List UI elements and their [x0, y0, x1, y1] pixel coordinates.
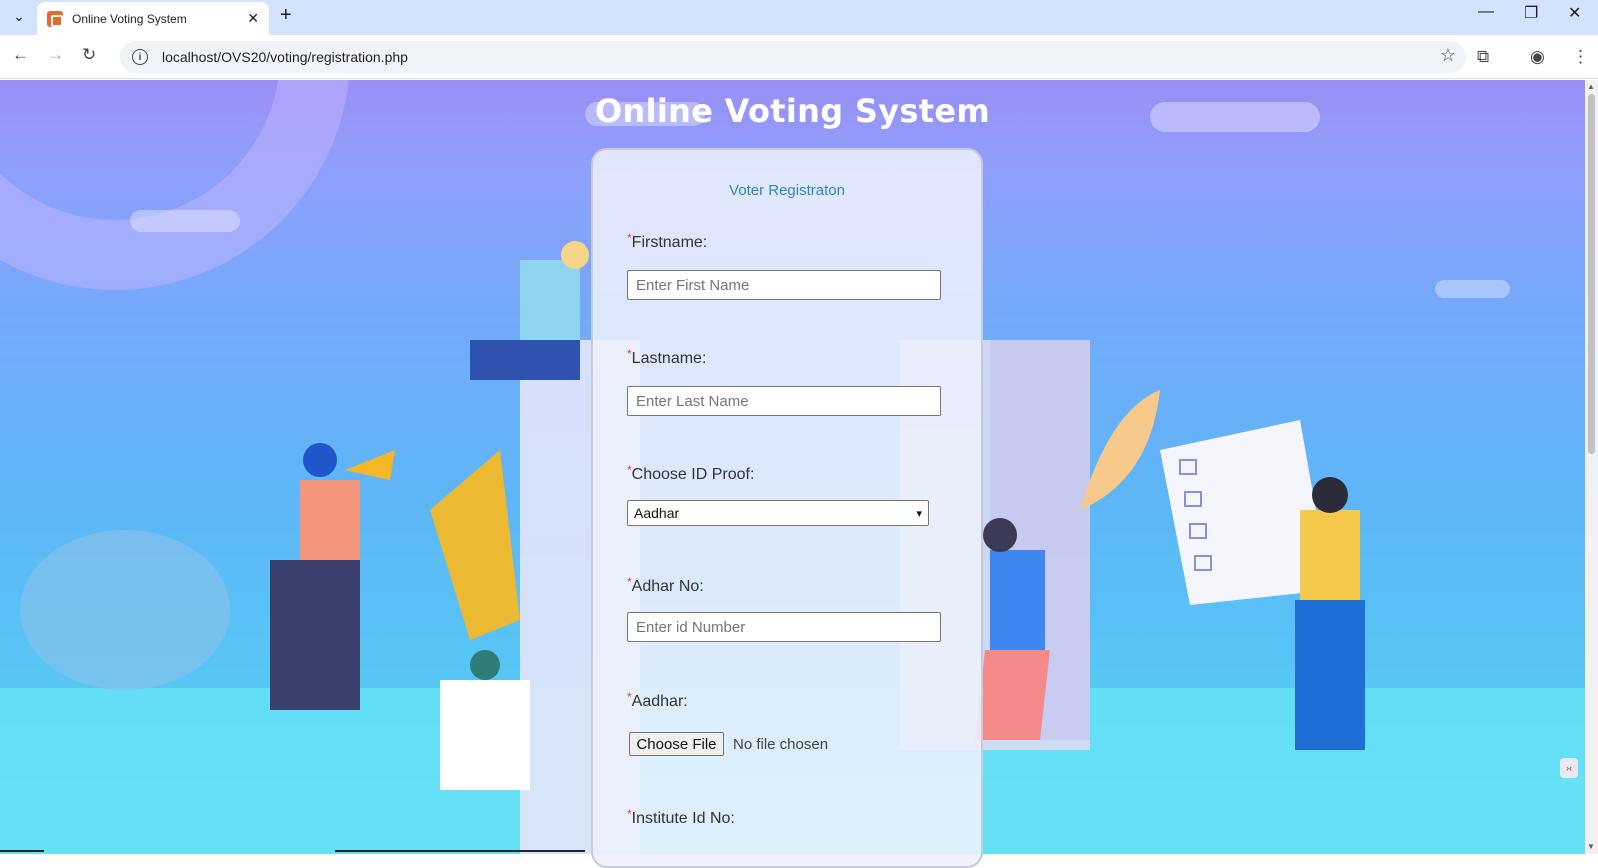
aadhar-file-label-text: Aadhar: [631, 693, 688, 710]
institute-id-label-text: Institute Id No: [631, 810, 735, 827]
firstname-label-text: Firstname: [631, 234, 708, 251]
address-bar[interactable]: i localhost/OVS20/voting/registration.ph… [120, 41, 1466, 73]
form-title: Voter Registraton [729, 182, 845, 199]
choose-file-button[interactable]: Choose File [629, 732, 724, 756]
firstname-label: *Firstname: [627, 231, 708, 252]
firstname-input[interactable]: Enter First Name [627, 270, 941, 300]
adhar-no-input[interactable]: Enter id Number [627, 612, 941, 642]
chevron-down-icon[interactable]: ⌄ [8, 5, 30, 27]
scroll-down-icon[interactable]: ▼ [1587, 842, 1595, 851]
file-status: No file chosen [733, 736, 829, 753]
profile-icon[interactable]: ◉ [1530, 47, 1545, 67]
idproof-select[interactable]: Aadhar ▾ [627, 500, 929, 526]
minimize-button[interactable]: — [1478, 3, 1494, 21]
required-mark: * [627, 575, 632, 589]
required-mark: * [627, 231, 632, 245]
star-icon[interactable]: ☆ [1440, 45, 1456, 66]
extensions-icon[interactable]: ⧉ [1477, 47, 1489, 67]
lastname-input[interactable]: Enter Last Name [627, 386, 941, 416]
site-favicon-icon [47, 10, 63, 27]
window-close-button[interactable]: ✕ [1568, 3, 1581, 23]
scroll-up-icon[interactable]: ▲ [1587, 82, 1595, 91]
chevron-down-icon: ▾ [916, 507, 922, 520]
close-icon[interactable]: ✕ [247, 10, 259, 27]
tab-strip: ⌄ Online Voting System ✕ + — ❐ ✕ [0, 0, 1598, 35]
adhar-no-label-text: Adhar No: [631, 578, 704, 595]
translate-icon[interactable]: ›‹ [1560, 758, 1578, 778]
adhar-no-label: *Adhar No: [627, 575, 704, 596]
idproof-selected-value: Aadhar [634, 505, 680, 521]
lastname-label: *Lastname: [627, 347, 707, 368]
url-text[interactable]: localhost/OVS20/voting/registration.php [162, 49, 408, 65]
reload-icon[interactable]: ↻ [82, 45, 96, 65]
lastname-label-text: Lastname: [631, 350, 707, 367]
info-icon[interactable]: i [132, 49, 148, 65]
browser-tab[interactable]: Online Voting System ✕ [37, 2, 269, 35]
registration-card: Voter Registraton *Firstname: Enter Firs… [591, 148, 983, 868]
new-tab-button[interactable]: + [280, 4, 292, 27]
page-scrollbar[interactable]: ▲ ▼ [1585, 80, 1598, 854]
required-mark: * [627, 807, 632, 821]
idproof-label-text: Choose ID Proof: [631, 466, 755, 483]
restore-button[interactable]: ❐ [1524, 3, 1538, 23]
aadhar-file-label: *Aadhar: [627, 690, 688, 711]
tab-title: Online Voting System [72, 11, 187, 26]
required-mark: * [627, 690, 632, 704]
forward-arrow-icon[interactable]: → [47, 45, 64, 65]
more-vert-icon[interactable]: ⋮ [1572, 47, 1589, 67]
institute-id-label: *Institute Id No: [627, 807, 735, 828]
page-title: Online Voting System [595, 92, 990, 130]
idproof-label: *Choose ID Proof: [627, 463, 755, 484]
taskbar-edge [335, 850, 585, 852]
browser-toolbar: ← → ↻ i localhost/OVS20/voting/registrat… [0, 35, 1598, 79]
back-arrow-icon[interactable]: ← [12, 45, 29, 65]
taskbar-edge [0, 850, 44, 852]
required-mark: * [627, 463, 632, 477]
scroll-thumb[interactable] [1588, 94, 1595, 454]
required-mark: * [627, 347, 632, 361]
